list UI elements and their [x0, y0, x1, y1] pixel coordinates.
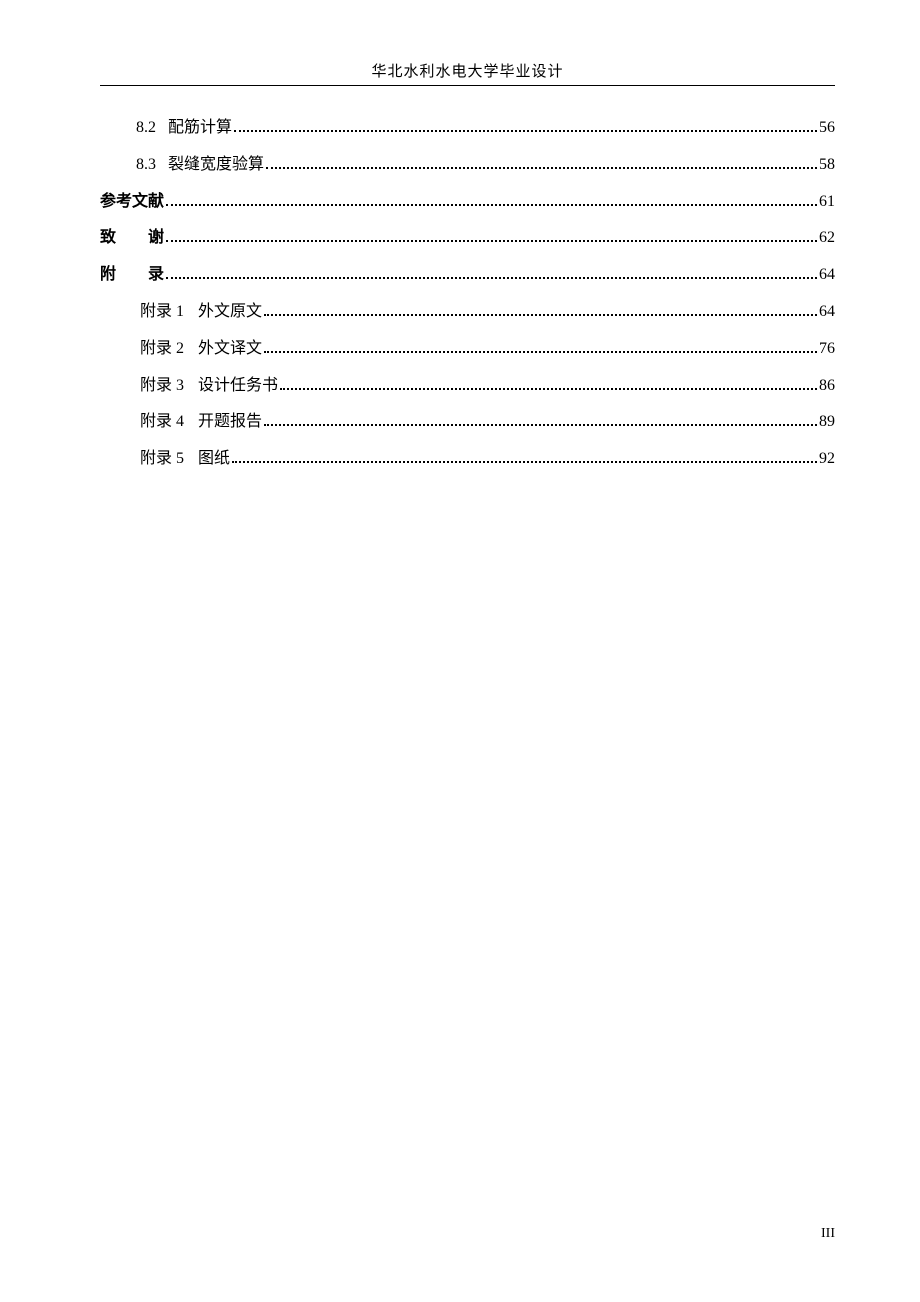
toc-entry-title: 配筋计算 — [168, 119, 232, 136]
toc-entry-label: 致 谢 — [100, 220, 164, 257]
toc-entry-prefix: 附录 4 — [140, 404, 184, 441]
toc-leader-dots — [166, 263, 817, 279]
toc-leader-dots — [264, 300, 817, 316]
toc-leader-dots — [264, 337, 817, 353]
toc-entry-page: 92 — [819, 441, 835, 478]
toc-entry-prefix: 8.2 — [136, 110, 156, 147]
toc-entry-label: 参考文献 — [100, 184, 164, 221]
toc-entry-page: 76 — [819, 331, 835, 368]
header-divider — [100, 85, 835, 86]
toc-entry-prefix: 附录 1 — [140, 294, 184, 331]
toc-entry-page: 62 — [819, 220, 835, 257]
toc-entry-page: 58 — [819, 147, 835, 184]
toc-leader-dots — [280, 374, 817, 390]
toc-entry-label: 附录 3 设计任务书 — [140, 368, 278, 405]
toc-leader-dots — [266, 153, 817, 169]
toc-entry: 附录 5 图纸 92 — [100, 441, 835, 478]
toc-entry: 附录 4 开题报告 89 — [100, 404, 835, 441]
toc-entry: 参考文献 61 — [100, 184, 835, 221]
toc-entry-title: 裂缝宽度验算 — [168, 156, 264, 173]
toc-entry-title: 图纸 — [198, 450, 230, 467]
toc-entry-title: 设计任务书 — [198, 377, 278, 394]
toc-entry-page: 86 — [819, 368, 835, 405]
toc-entry: 8.3 裂缝宽度验算 58 — [100, 147, 835, 184]
toc-entry-prefix: 附录 3 — [140, 368, 184, 405]
toc-leader-dots — [232, 447, 817, 463]
toc-entry-label: 附录 1 外文原文 — [140, 294, 262, 331]
toc-entry-page: 64 — [819, 294, 835, 331]
toc-entry-page: 89 — [819, 404, 835, 441]
toc-entry-label: 8.2 配筋计算 — [136, 110, 232, 147]
toc-entry: 附录 1 外文原文 64 — [100, 294, 835, 331]
toc-entry-prefix: 8.3 — [136, 147, 156, 184]
toc-entry-page: 56 — [819, 110, 835, 147]
toc-entry-prefix: 附录 5 — [140, 441, 184, 478]
toc-entry-label: 附录 2 外文译文 — [140, 331, 262, 368]
page-header-title: 华北水利水电大学毕业设计 — [100, 60, 835, 81]
toc-leader-dots — [234, 116, 817, 132]
toc-entry-page: 64 — [819, 257, 835, 294]
toc-leader-dots — [166, 226, 817, 242]
toc-entry-title: 外文原文 — [198, 303, 262, 320]
page-number: III — [821, 1226, 835, 1242]
toc-leader-dots — [264, 410, 817, 426]
toc-entry-label: 附录 5 图纸 — [140, 441, 230, 478]
toc-entry: 附录 2 外文译文 76 — [100, 331, 835, 368]
document-page: 华北水利水电大学毕业设计 8.2 配筋计算 56 8.3 裂缝宽度验算 58 参考文… — [0, 0, 920, 1302]
toc-entry-prefix: 附录 2 — [140, 331, 184, 368]
toc-entry: 致 谢 62 — [100, 220, 835, 257]
toc-entry: 附 录 64 — [100, 257, 835, 294]
toc-entry-label: 附 录 — [100, 257, 164, 294]
toc-entry: 8.2 配筋计算 56 — [100, 110, 835, 147]
toc-entry-label: 8.3 裂缝宽度验算 — [136, 147, 264, 184]
toc-entry-title: 外文译文 — [198, 340, 262, 357]
toc-entry-label: 附录 4 开题报告 — [140, 404, 262, 441]
toc-entry-title: 开题报告 — [198, 413, 262, 430]
toc-leader-dots — [166, 190, 817, 206]
toc-entry: 附录 3 设计任务书 86 — [100, 368, 835, 405]
table-of-contents: 8.2 配筋计算 56 8.3 裂缝宽度验算 58 参考文献 61 致 谢 62 附… — [100, 110, 835, 478]
toc-entry-page: 61 — [819, 184, 835, 221]
